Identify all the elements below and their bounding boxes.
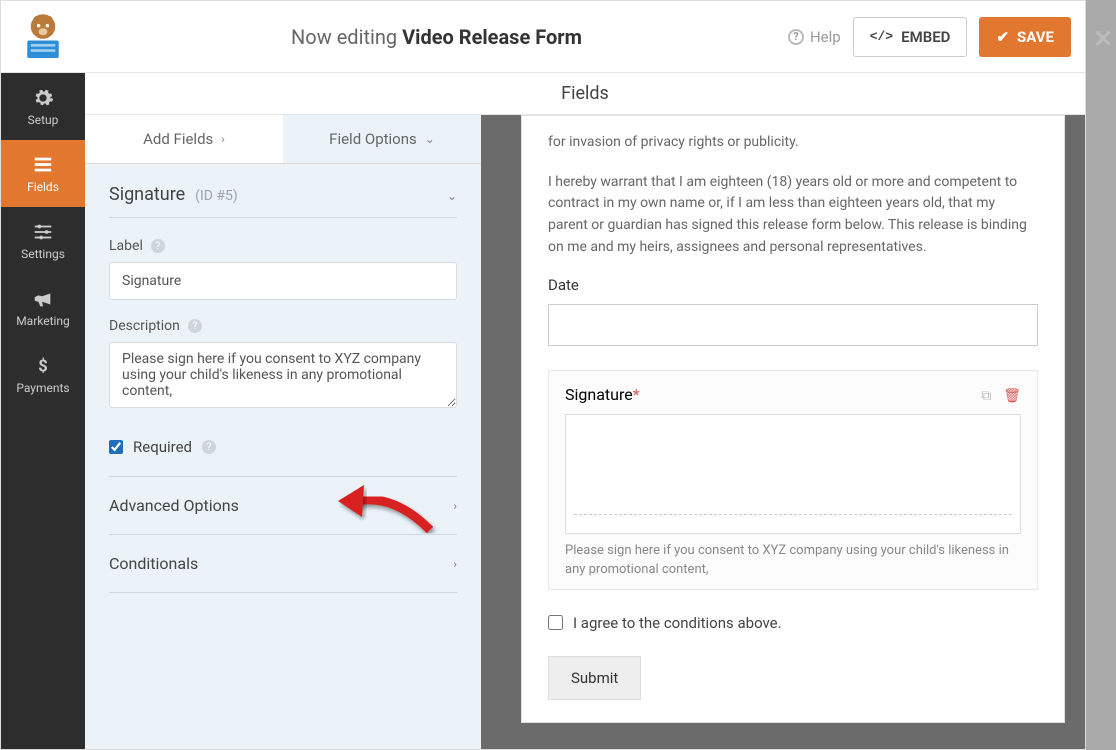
field-name: Signature: [109, 184, 185, 205]
now-editing-text: Now editing: [291, 25, 397, 49]
agree-label: I agree to the conditions above.: [573, 614, 782, 632]
row-label: Conditionals: [109, 554, 198, 573]
tab-label: Add Fields: [143, 130, 213, 148]
required-star: *: [633, 385, 640, 404]
sidebar-item-setup[interactable]: Setup: [1, 73, 85, 140]
row-label: Advanced Options: [109, 496, 239, 515]
form-preview: for invasion of privacy rights or public…: [521, 115, 1065, 723]
form-name: Video Release Form: [402, 25, 582, 49]
panel-tabs: Add Fields › Field Options ⌄: [85, 115, 481, 164]
header-actions: ? Help </> EMBED ✔ SAVE: [788, 17, 1085, 57]
signature-field[interactable]: Signature* ⧉ 🗑 Please sign here if you c…: [548, 370, 1038, 589]
sidebar-item-label: Marketing: [16, 314, 70, 328]
field-id: (ID #5): [195, 188, 238, 204]
panel-content: Signature (ID #5) ⌄ Label ?: [85, 164, 481, 613]
help-icon[interactable]: ?: [202, 440, 216, 454]
signature-pad[interactable]: [565, 414, 1021, 534]
sidebar-item-label: Settings: [21, 247, 65, 261]
dollar-icon: $: [32, 355, 54, 377]
chevron-down-icon: ⌄: [447, 189, 457, 203]
description-group: Description ?: [109, 318, 457, 412]
tab-field-options[interactable]: Field Options ⌄: [283, 115, 481, 163]
app-window: Now editing Video Release Form ? Help </…: [0, 0, 1086, 750]
paragraph: I hereby warrant that I am eighteen (18)…: [548, 172, 1038, 259]
gear-icon: [32, 87, 54, 109]
date-input[interactable]: [548, 304, 1038, 346]
section-title: Fields: [85, 73, 1085, 115]
signature-label: Signature: [565, 385, 633, 404]
trash-icon[interactable]: 🗑: [1003, 388, 1021, 404]
sliders-icon: [32, 221, 54, 243]
label-text: Description: [109, 318, 180, 334]
sidebar-item-label: Payments: [16, 381, 69, 395]
tab-add-fields[interactable]: Add Fields ›: [85, 115, 283, 163]
svg-text:$: $: [38, 357, 47, 376]
field-panel: Add Fields › Field Options ⌄ Signature: [85, 115, 481, 749]
help-link[interactable]: ? Help: [788, 28, 841, 46]
preview-wrap: for invasion of privacy rights or public…: [481, 115, 1085, 749]
chevron-down-icon: ⌄: [425, 132, 435, 146]
paragraph: for invasion of privacy rights or public…: [548, 132, 1038, 154]
agree-row: I agree to the conditions above.: [548, 614, 1038, 632]
save-button[interactable]: ✔ SAVE: [979, 17, 1071, 57]
chevron-right-icon: ›: [453, 499, 457, 513]
sidebar-item-payments[interactable]: $ Payments: [1, 341, 85, 408]
description-input[interactable]: [109, 342, 457, 408]
check-icon: ✔: [996, 28, 1009, 46]
label-group: Label ?: [109, 238, 457, 300]
sidebar: Setup Fields Settings Marketing $ Paymen…: [1, 73, 85, 749]
label-input[interactable]: [109, 262, 457, 300]
signature-description: Please sign here if you consent to XYZ c…: [565, 542, 1021, 578]
label-text: Label: [109, 238, 143, 254]
advanced-options-row[interactable]: Advanced Options ›: [109, 477, 457, 535]
sidebar-item-label: Setup: [28, 113, 59, 127]
close-icon[interactable]: [1093, 25, 1116, 53]
bullhorn-icon: [32, 288, 54, 310]
conditionals-row[interactable]: Conditionals ›: [109, 535, 457, 593]
save-label: SAVE: [1017, 28, 1054, 46]
help-icon[interactable]: ?: [151, 239, 165, 253]
embed-button[interactable]: </> EMBED: [853, 17, 968, 57]
sidebar-item-settings[interactable]: Settings: [1, 207, 85, 274]
required-label: Required: [133, 438, 192, 456]
main: Fields Add Fields › Field Options ⌄: [85, 73, 1085, 749]
sidebar-item-label: Fields: [27, 180, 59, 194]
submit-button[interactable]: Submit: [548, 656, 641, 700]
code-icon: </>: [870, 29, 893, 44]
page-title: Now editing Video Release Form: [85, 25, 788, 49]
columns: Add Fields › Field Options ⌄ Signature: [85, 115, 1085, 749]
duplicate-icon[interactable]: ⧉: [981, 388, 991, 404]
required-checkbox[interactable]: [109, 440, 123, 454]
date-label: Date: [548, 276, 1038, 294]
sidebar-item-marketing[interactable]: Marketing: [1, 274, 85, 341]
embed-label: EMBED: [901, 28, 950, 46]
body: Setup Fields Settings Marketing $ Paymen…: [1, 73, 1085, 749]
help-icon[interactable]: ?: [188, 319, 202, 333]
sidebar-item-fields[interactable]: Fields: [1, 140, 85, 207]
agree-checkbox[interactable]: [548, 615, 563, 630]
chevron-right-icon: ›: [221, 132, 225, 146]
required-row: Required ?: [109, 430, 457, 477]
topbar: Now editing Video Release Form ? Help </…: [1, 1, 1085, 73]
logo: [1, 9, 85, 65]
help-label: Help: [810, 28, 841, 46]
field-header[interactable]: Signature (ID #5) ⌄: [109, 184, 457, 218]
help-icon: ?: [788, 29, 804, 45]
list-icon: [32, 154, 54, 176]
chevron-right-icon: ›: [453, 557, 457, 571]
tab-label: Field Options: [329, 130, 417, 148]
